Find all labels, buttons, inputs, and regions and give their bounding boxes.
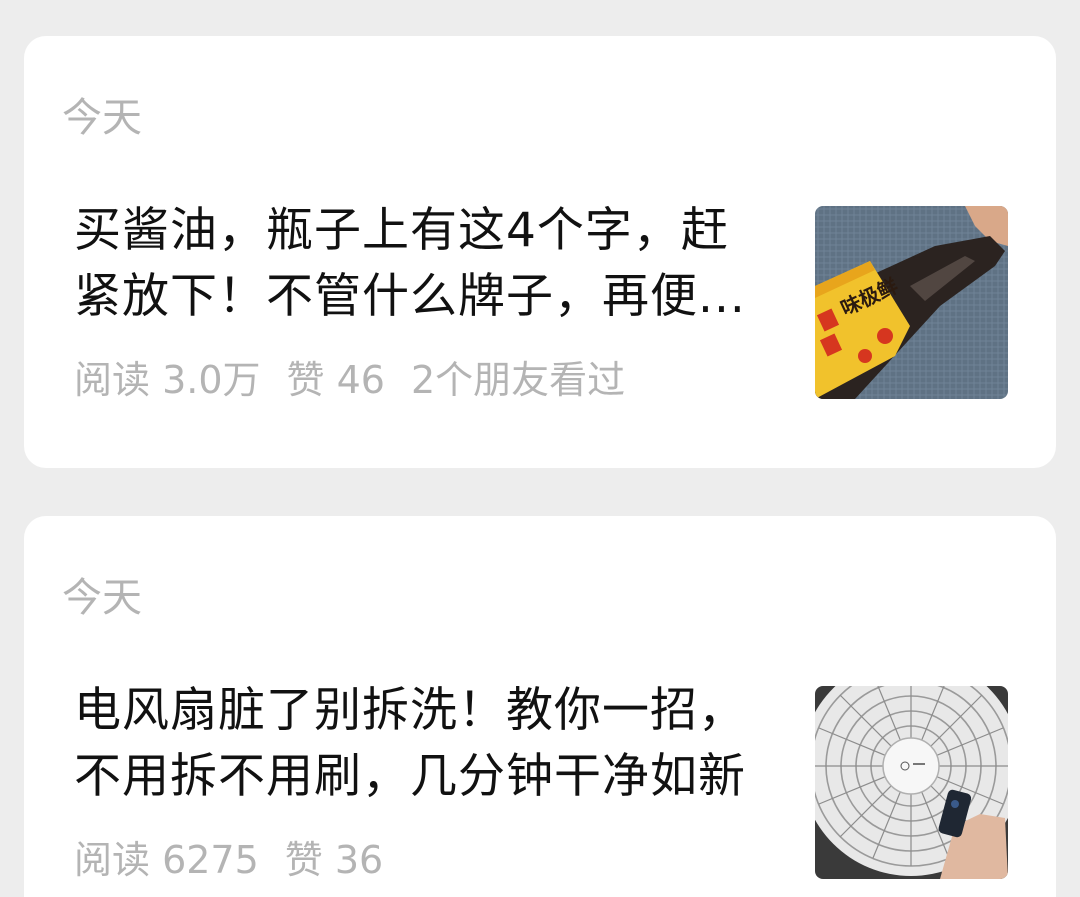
article-meta: 阅读 3.0万赞 46 2个朋友看过 xyxy=(74,356,651,404)
electric-fan-image xyxy=(815,686,1008,879)
read-count: 阅读 6275 xyxy=(74,838,259,882)
article-title-line: 紧放下！不管什么牌子，再便... xyxy=(74,269,746,324)
article-card[interactable]: 今天 买酱油，瓶子上有这4个字，赶 紧放下！不管什么牌子，再便... 阅读 3.… xyxy=(24,36,1056,468)
like-count: 赞 46 xyxy=(286,358,385,402)
soy-sauce-bottle-image: 味极鲜 xyxy=(815,206,1008,399)
article-title[interactable]: 电风扇脏了别拆洗！教你一招， 不用拆不用刷，几分钟干净如新 xyxy=(74,678,774,810)
article-date: 今天 xyxy=(62,95,142,141)
article-thumbnail[interactable] xyxy=(815,686,1008,879)
article-card[interactable]: 今天 电风扇脏了别拆洗！教你一招， 不用拆不用刷，几分钟干净如新 阅读 6275… xyxy=(24,516,1056,897)
friends-viewed: 2个朋友看过 xyxy=(410,358,626,402)
article-meta: 阅读 6275 赞 36 xyxy=(74,836,409,884)
article-thumbnail[interactable]: 味极鲜 xyxy=(815,206,1008,399)
article-title-line: 买酱油，瓶子上有这4个字，赶 xyxy=(74,203,729,258)
article-title-line: 电风扇脏了别拆洗！教你一招， xyxy=(74,683,746,738)
article-feed: 今天 买酱油，瓶子上有这4个字，赶 紧放下！不管什么牌子，再便... 阅读 3.… xyxy=(0,0,1080,897)
article-title-line: 不用拆不用刷，几分钟干净如新 xyxy=(74,749,746,804)
article-date: 今天 xyxy=(62,575,142,621)
read-count: 阅读 3.0万 xyxy=(74,358,261,402)
article-title[interactable]: 买酱油，瓶子上有这4个字，赶 紧放下！不管什么牌子，再便... xyxy=(74,198,774,330)
like-count: 赞 36 xyxy=(284,838,384,882)
